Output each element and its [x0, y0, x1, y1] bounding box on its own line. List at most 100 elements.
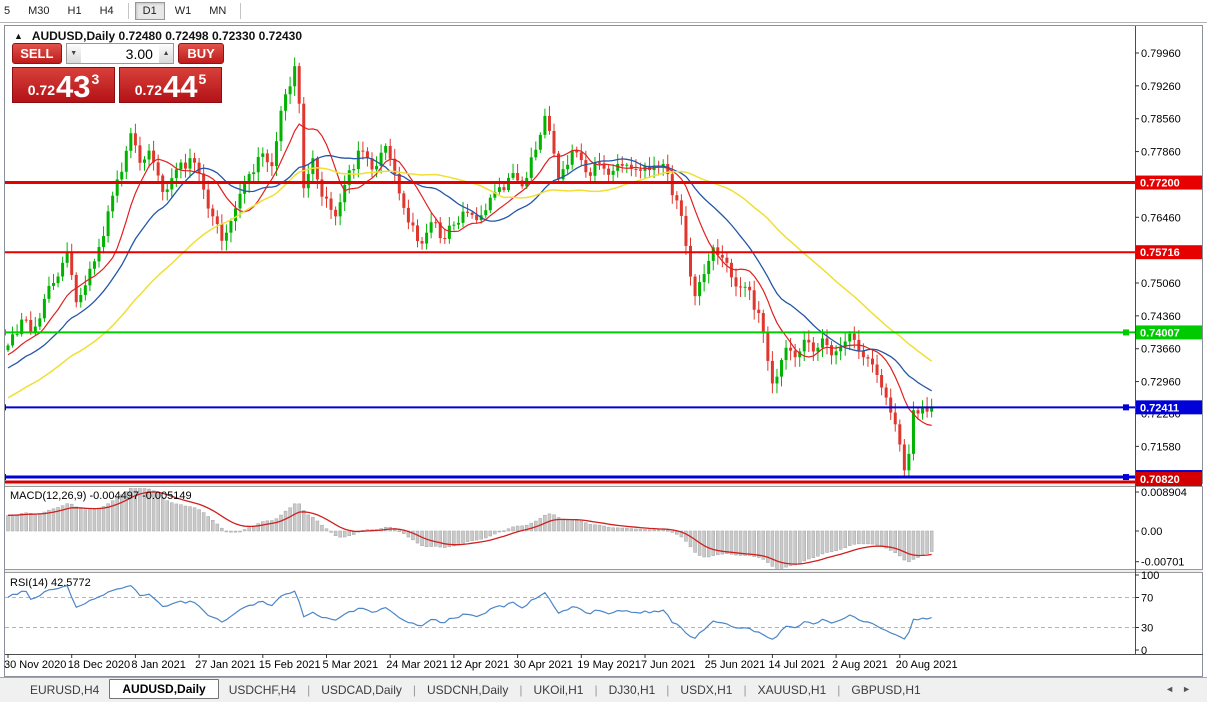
- macd-bar: [397, 530, 402, 532]
- macd-bar: [211, 520, 215, 532]
- macd-bar: [511, 526, 515, 532]
- chart-tab-ukoil[interactable]: UKOil,H1: [523, 680, 593, 700]
- timeframe-button-h4[interactable]: H4: [92, 2, 122, 20]
- chart-window-frame: [4, 25, 1203, 677]
- price-tick-label: 0.79960: [1141, 48, 1181, 60]
- chart-tab-eurusd[interactable]: EURUSD,H4: [20, 680, 109, 700]
- macd-bar: [693, 530, 697, 553]
- buy-price-button[interactable]: 0.72 44 5: [119, 67, 222, 103]
- macd-bar: [497, 530, 502, 533]
- macd-bar: [861, 530, 866, 545]
- macd-bar: [493, 530, 497, 535]
- hline-handle[interactable]: [0, 329, 6, 336]
- candle-body: [11, 334, 15, 346]
- tab-scroll-left-icon[interactable]: ◄: [1165, 684, 1182, 694]
- macd-bar: [347, 530, 351, 536]
- macd-bar: [224, 530, 229, 533]
- candle-body: [88, 268, 92, 286]
- hline-handle[interactable]: [1123, 404, 1129, 411]
- price-tick-label: 0.71580: [1141, 441, 1181, 453]
- candle-body: [297, 66, 301, 104]
- candle-body: [834, 351, 838, 356]
- candle-body: [729, 262, 733, 278]
- chart-canvas[interactable]: 0.79960 0.79260 0.78560 0.77860 0.76460 0.750…: [0, 0, 1207, 702]
- chart-symbol: AUDUSD,Daily: [31, 29, 116, 43]
- candle-body: [252, 172, 256, 175]
- candle-body: [302, 103, 306, 189]
- chart-tab-usdcnh[interactable]: USDCNH,Daily: [417, 680, 518, 700]
- hline-handle[interactable]: [1123, 329, 1129, 336]
- timeframe-button-5[interactable]: 5: [0, 2, 18, 20]
- candle-body: [174, 169, 178, 179]
- chart-tab-audusd[interactable]: AUDUSD,Daily: [109, 679, 219, 699]
- candle-body: [516, 173, 520, 181]
- macd-bar: [770, 530, 775, 567]
- macd-bar: [602, 525, 606, 532]
- hline-label-text: 0.74007: [1140, 327, 1180, 339]
- candle-body: [529, 157, 533, 178]
- toolbar-separator: [240, 3, 242, 19]
- candle-body: [702, 274, 706, 283]
- candle-body: [607, 168, 611, 175]
- macd-bar: [261, 521, 265, 532]
- candle-body: [420, 241, 424, 244]
- timeframe-button-d1[interactable]: D1: [134, 2, 165, 20]
- macd-bar: [711, 530, 715, 556]
- rsi-tick-label: 70: [1141, 593, 1153, 605]
- candle-body: [33, 326, 37, 332]
- volume-input[interactable]: [80, 43, 159, 64]
- chart-tab-dj30[interactable]: DJ30,H1: [599, 680, 666, 700]
- macd-bar: [238, 530, 242, 533]
- macd-tick-label: -0.00701: [1141, 557, 1184, 569]
- timeframe-button-h1[interactable]: H1: [60, 2, 90, 20]
- candle-body: [825, 338, 829, 346]
- timeframe-button-mn[interactable]: MN: [201, 2, 234, 20]
- date-tick-label: 18 Dec 2020: [68, 659, 130, 671]
- sell-price-button[interactable]: 0.72 43 3: [12, 67, 115, 103]
- candle-body: [270, 162, 274, 167]
- timeframe-button-w1[interactable]: W1: [167, 2, 200, 20]
- macd-bar: [292, 503, 297, 532]
- volume-increase-button[interactable]: ▲: [158, 43, 175, 64]
- macd-bar: [656, 529, 661, 532]
- hline-handle[interactable]: [1123, 474, 1129, 481]
- spinner-down-icon: ▼: [70, 50, 78, 57]
- candle-body: [356, 150, 360, 170]
- hline-price-label: 0.72411: [1136, 400, 1202, 415]
- candle-body: [452, 224, 456, 226]
- candle-body: [734, 277, 738, 287]
- chart-tab-usdx[interactable]: USDX,H1: [670, 680, 742, 700]
- macd-bar: [461, 530, 465, 544]
- candle-body: [447, 225, 451, 239]
- date-tick-label: 20 Aug 2021: [896, 659, 958, 671]
- candle-body: [770, 360, 774, 384]
- candle-body: [775, 376, 779, 384]
- macd-bar: [757, 530, 761, 558]
- macd-bar: [29, 513, 33, 532]
- chart-tab-usdchf[interactable]: USDCHF,H4: [219, 680, 306, 700]
- macd-tick-label: 0.00: [1141, 526, 1162, 538]
- chart-tab-xauusd[interactable]: XAUUSD,H1: [748, 680, 837, 700]
- tab-scroll-right-icon[interactable]: ►: [1182, 684, 1199, 694]
- macd-bar: [456, 530, 461, 546]
- timeframe-button-m30[interactable]: M30: [20, 2, 57, 20]
- hline-handle[interactable]: [0, 474, 6, 481]
- macd-bar: [183, 505, 188, 532]
- price-tick-label: 0.78560: [1141, 114, 1181, 126]
- candle-body: [675, 195, 679, 201]
- buy-button[interactable]: BUY: [178, 43, 224, 64]
- candle-body: [725, 257, 729, 263]
- chart-tab-gbpusd[interactable]: GBPUSD,H1: [841, 680, 930, 700]
- candle-body: [38, 318, 42, 327]
- macd-bar: [561, 518, 565, 532]
- candle-body: [133, 133, 137, 146]
- hline-handle[interactable]: [0, 404, 6, 411]
- candle-body: [830, 345, 834, 356]
- candle-body: [284, 94, 288, 111]
- chart-tab-usdcad[interactable]: USDCAD,Daily: [311, 680, 412, 700]
- one-click-trade-panel: SELL ▼ ▲ BUY 0.72 43 3 0.72 44 5: [12, 43, 224, 103]
- sell-button[interactable]: SELL: [12, 43, 62, 64]
- volume-decrease-button[interactable]: ▼: [65, 43, 81, 64]
- candle-body: [720, 255, 724, 258]
- macd-bar: [584, 522, 588, 532]
